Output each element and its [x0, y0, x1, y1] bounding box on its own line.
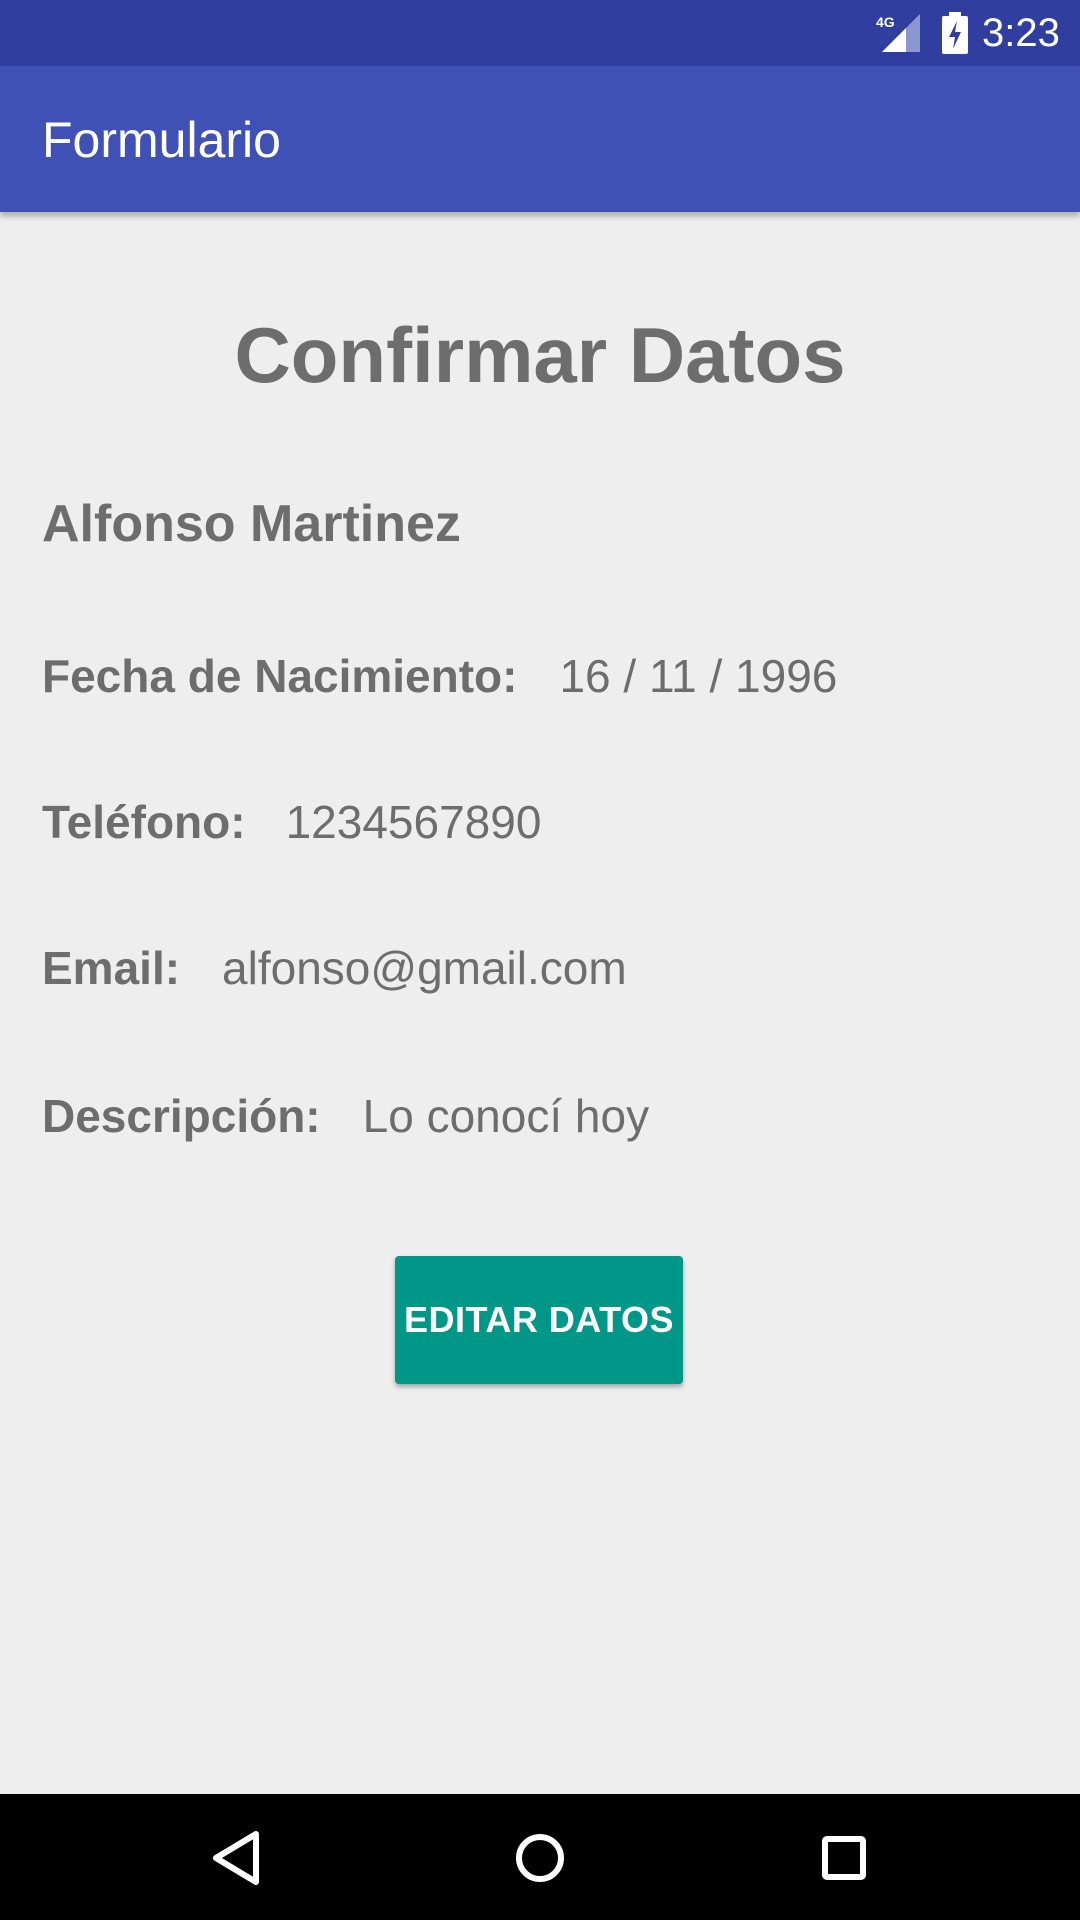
contact-name: Alfonso Martinez: [42, 495, 461, 553]
description-row: Descripción: Lo conocí hoy: [42, 1088, 649, 1144]
edit-data-button[interactable]: EDITAR DATOS: [395, 1256, 683, 1384]
email-label: Email:: [42, 942, 181, 994]
svg-text:4G: 4G: [876, 14, 895, 30]
page-title: Confirmar Datos: [234, 311, 846, 399]
description-value: Lo conocí hoy: [362, 1090, 650, 1142]
app-title: Formulario: [42, 112, 281, 168]
home-icon[interactable]: [504, 1822, 576, 1894]
email-row: Email: alfonso@gmail.com: [42, 940, 627, 996]
description-label: Descripción:: [42, 1090, 321, 1142]
battery-charging-icon: [942, 12, 968, 54]
app-bar: Formulario: [0, 66, 1080, 212]
back-icon[interactable]: [200, 1822, 272, 1894]
signal-4g-icon: 4G: [876, 14, 920, 52]
phone-row: Teléfono: 1234567890: [42, 794, 541, 850]
recents-icon[interactable]: [808, 1822, 880, 1894]
status-clock: 3:23: [982, 11, 1060, 55]
email-value: alfonso@gmail.com: [222, 942, 627, 994]
status-bar: 4G 3:23: [0, 0, 1080, 66]
navigation-bar: [0, 1794, 1080, 1920]
birthdate-value: 16 / 11 / 1996: [559, 650, 838, 702]
birthdate-row: Fecha de Nacimiento: 16 / 11 / 1996: [42, 648, 837, 704]
phone-value: 1234567890: [285, 796, 542, 848]
phone-label: Teléfono:: [42, 796, 246, 848]
birthdate-label: Fecha de Nacimiento:: [42, 650, 518, 702]
